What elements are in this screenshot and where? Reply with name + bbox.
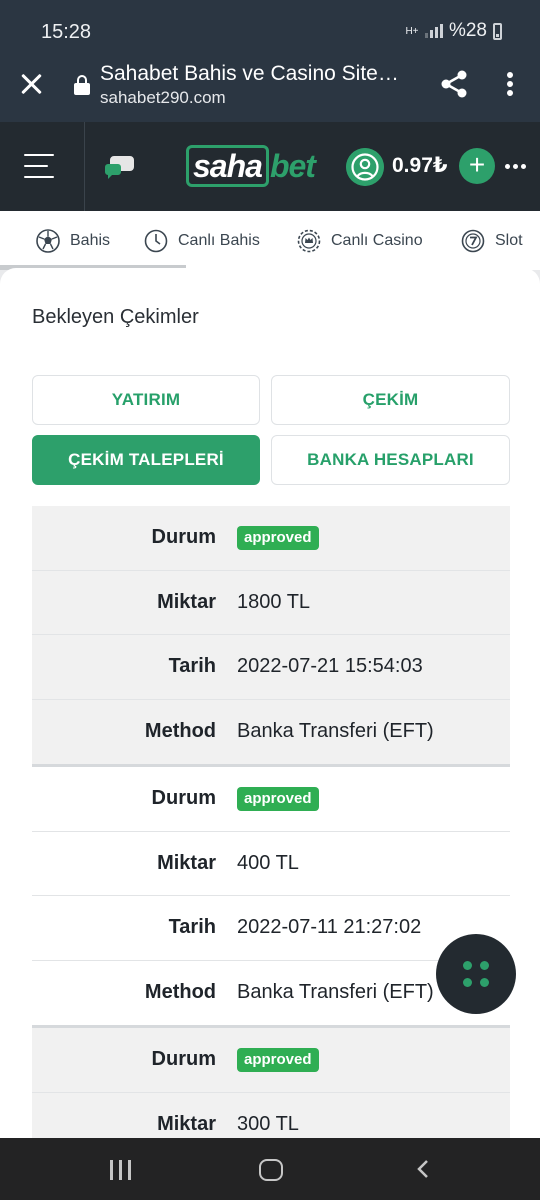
record-row-status: Durum approved: [32, 767, 510, 832]
method-value: Banka Transferi (EFT): [237, 720, 434, 743]
apps-fab-button[interactable]: [436, 934, 516, 1014]
site-header: saha bet 0.97₺ +: [0, 122, 540, 211]
category-slot[interactable]: Slot: [461, 229, 523, 253]
category-bahis[interactable]: Bahis: [36, 229, 110, 253]
more-horiz-icon[interactable]: [505, 164, 527, 170]
record-row-status: Durum approved: [32, 506, 510, 571]
dot-icon: [463, 961, 472, 970]
date-label: Tarih: [168, 916, 216, 939]
crown-chip-icon: [297, 229, 321, 253]
record-row-amount: Miktar 1800 TL: [32, 570, 510, 635]
status-value: approved: [237, 786, 319, 812]
category-nav: Bahis Canlı Bahis Canlı Casino Slot: [0, 211, 540, 270]
seven-chip-icon: [461, 229, 485, 253]
header-divider: [84, 122, 85, 211]
logo-text-white: saha: [193, 147, 263, 184]
method-label: Method: [144, 720, 216, 743]
chat-icon[interactable]: [104, 152, 136, 180]
status-bar: 15:28 H+ %28: [0, 0, 540, 56]
withdrawal-record: Durum approved Miktar 1800 TL Tarih 2022…: [32, 506, 510, 767]
record-row-amount: Miktar 400 TL: [32, 831, 510, 896]
category-label: Slot: [495, 232, 523, 249]
date-value: 2022-07-11 21:27:02: [237, 916, 422, 939]
home-icon[interactable]: [259, 1159, 283, 1181]
logo-box: saha: [186, 145, 269, 187]
tab-cekim[interactable]: ÇEKİM: [271, 375, 510, 425]
withdrawal-record: Durum approved Miktar 300 TL: [32, 1028, 510, 1138]
tab-cekim-talepleri[interactable]: ÇEKİM TALEPLERİ: [32, 435, 260, 485]
network-type-icon: H+: [405, 25, 419, 37]
amount-label: Miktar: [157, 851, 216, 874]
category-label: Canlı Casino: [331, 232, 423, 249]
status-badge: approved: [237, 1048, 319, 1073]
amount-value: 300 TL: [237, 1113, 299, 1136]
status-label: Durum: [151, 1048, 216, 1071]
date-value: 2022-07-21 15:54:03: [237, 655, 423, 678]
status-value: approved: [237, 525, 319, 551]
category-canli-casino[interactable]: Canlı Casino: [297, 229, 423, 253]
record-row-amount: Miktar 300 TL: [32, 1092, 510, 1138]
tab-yatirim[interactable]: YATIRIM: [32, 375, 260, 425]
amount-value: 400 TL: [237, 851, 299, 874]
recents-icon[interactable]: [110, 1160, 132, 1180]
share-icon[interactable]: [438, 68, 470, 100]
status-value: approved: [237, 1047, 319, 1073]
dot-icon: [463, 978, 472, 987]
battery-icon: [493, 22, 502, 40]
category-canli-bahis[interactable]: Canlı Bahis: [144, 229, 260, 253]
tab-banka-hesaplari[interactable]: BANKA HESAPLARI: [271, 435, 510, 485]
browser-toolbar: Sahabet Bahis ve Casino Site… sahabet290…: [0, 56, 540, 122]
method-value: Banka Transferi (EFT): [237, 981, 434, 1004]
user-icon[interactable]: [346, 148, 384, 186]
dot-icon: [480, 978, 489, 987]
system-nav-bar: [0, 1138, 540, 1200]
close-icon[interactable]: [18, 70, 46, 98]
record-row-date: Tarih 2022-07-21 15:54:03: [32, 635, 510, 700]
category-label: Bahis: [70, 232, 111, 249]
clock-icon: [144, 229, 168, 253]
amount-label: Miktar: [157, 1113, 216, 1136]
status-time: 15:28: [41, 21, 92, 43]
logo-text-green: bet: [269, 147, 316, 184]
amount-label: Miktar: [157, 590, 216, 613]
sahabet-logo[interactable]: saha bet: [186, 144, 316, 188]
menu-icon[interactable]: [24, 152, 54, 180]
record-row-status: Durum approved: [32, 1028, 510, 1093]
record-row-date: Tarih 2022-07-11 21:27:02: [32, 896, 510, 961]
amount-value: 1800 TL: [237, 590, 311, 613]
back-icon[interactable]: [414, 1160, 432, 1178]
url-text[interactable]: sahabet290.com: [100, 88, 226, 108]
category-label: Canlı Bahis: [178, 232, 260, 249]
withdrawal-records: Durum approved Miktar 1800 TL Tarih 2022…: [32, 506, 510, 1138]
balance-amount[interactable]: 0.97₺: [392, 153, 447, 178]
section-title: Bekleyen Çekimler: [32, 306, 199, 328]
page-title[interactable]: Sahabet Bahis ve Casino Site…: [100, 62, 420, 86]
battery-percent: %28: [448, 20, 487, 41]
date-label: Tarih: [168, 655, 216, 678]
lock-icon[interactable]: [74, 75, 90, 95]
status-label: Durum: [151, 787, 216, 810]
more-vert-icon[interactable]: [506, 70, 514, 98]
status-label: Durum: [151, 526, 216, 549]
status-indicators: H+ %28: [405, 20, 502, 42]
method-label: Method: [144, 981, 216, 1004]
signal-icon: [424, 24, 443, 38]
status-badge: approved: [237, 526, 319, 551]
dot-icon: [480, 961, 489, 970]
status-badge: approved: [237, 787, 319, 812]
record-row-method: Method Banka Transferi (EFT): [32, 699, 510, 764]
deposit-plus-button[interactable]: +: [459, 148, 495, 184]
soccer-ball-icon: [36, 229, 60, 253]
